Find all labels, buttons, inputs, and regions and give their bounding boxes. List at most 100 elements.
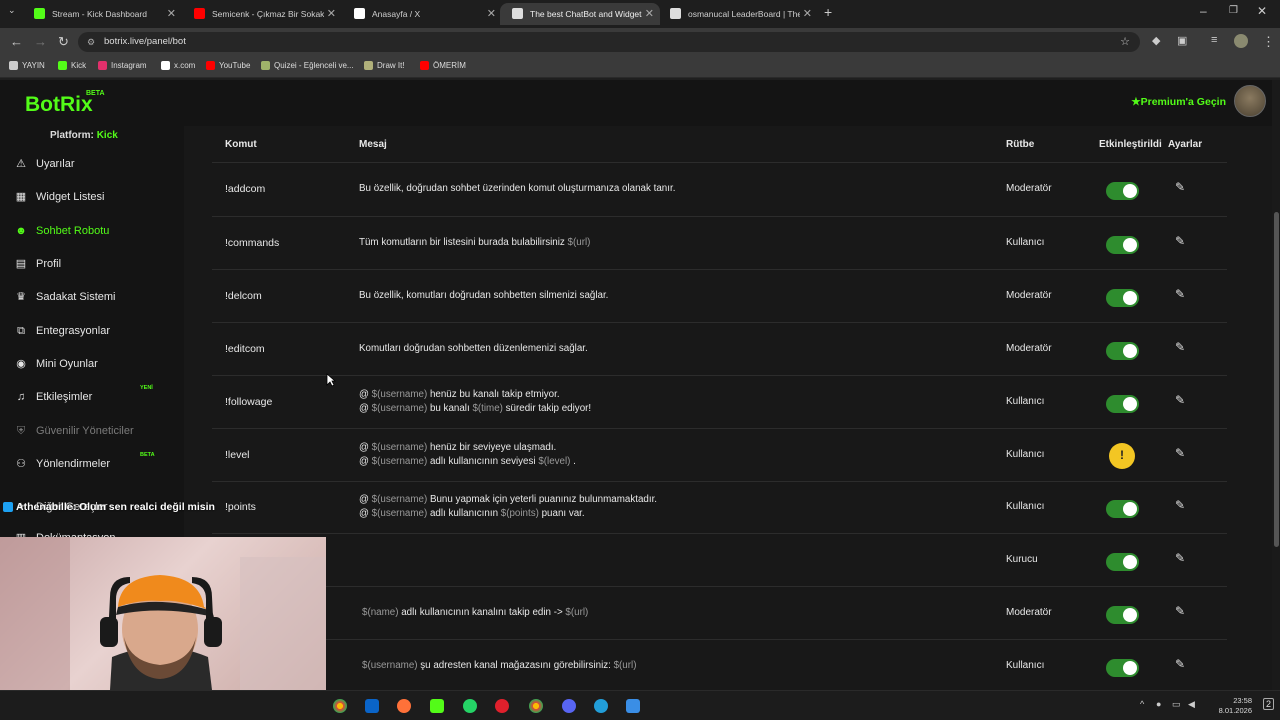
sidebar-item-label: Güvenilir Yöneticiler xyxy=(36,425,134,437)
system-clock[interactable]: 23:58 8.01.2026 xyxy=(1219,696,1252,716)
browser-tab[interactable]: The best ChatBot and Widgets ✕ xyxy=(500,3,660,25)
enabled-toggle[interactable] xyxy=(1106,341,1139,360)
message-text: Bu özellik, doğrudan sohbet üzerinden ko… xyxy=(359,183,676,194)
message-line: @ $(username) adlı kullanıcının $(points… xyxy=(359,507,657,521)
browser-menu-icon[interactable]: ⋮ xyxy=(1262,34,1275,50)
edit-pencil-icon[interactable]: ✎ xyxy=(1175,234,1185,248)
message-variable: $(username) xyxy=(362,659,418,671)
telegram-taskbar-icon[interactable] xyxy=(594,699,608,713)
tray-chevron-icon[interactable]: ^ xyxy=(1140,699,1144,709)
browser-tab[interactable]: Stream - Kick Dashboard ✕ xyxy=(22,3,182,25)
site-info-icon[interactable]: ⚙ xyxy=(87,32,95,52)
enabled-toggle[interactable] xyxy=(1106,500,1139,518)
firefox-taskbar-icon[interactable] xyxy=(397,699,411,713)
maximize-button[interactable]: ❐ xyxy=(1229,5,1238,16)
sidebar-item[interactable]: ⚇ Yönlendirmeler xyxy=(14,454,110,474)
enabled-toggle[interactable] xyxy=(1106,235,1139,254)
sidebar-item[interactable]: ⧉ Entegrasyonlar xyxy=(14,321,110,341)
reading-list-icon[interactable]: ≡ xyxy=(1211,34,1217,46)
header-message[interactable]: Mesaj xyxy=(359,139,387,150)
extensions-puzzle-icon[interactable]: ▣ xyxy=(1177,34,1187,47)
tab-close-icon[interactable]: ✕ xyxy=(487,7,496,20)
enabled-toggle[interactable] xyxy=(1106,394,1139,413)
volume-icon[interactable]: ◀ xyxy=(1188,699,1195,710)
forward-icon[interactable]: → xyxy=(34,34,47,49)
microphone-icon[interactable]: ● xyxy=(1156,699,1161,709)
browser-tab[interactable]: Anasayfa / X ✕ xyxy=(342,3,502,25)
sidebar-item[interactable]: ▦ Widget Listesi xyxy=(14,187,105,207)
edit-pencil-icon[interactable]: ✎ xyxy=(1175,551,1185,565)
tab-close-icon[interactable]: ✕ xyxy=(167,7,176,20)
sidebar-item[interactable]: ⚠ Uyarılar xyxy=(14,154,74,174)
profile-avatar[interactable] xyxy=(1234,34,1248,48)
edit-pencil-icon[interactable]: ✎ xyxy=(1175,446,1185,460)
sidebar-item[interactable]: ⛨ Güvenilir Yöneticiler xyxy=(14,421,134,441)
botrix-logo[interactable]: BotRix xyxy=(25,93,93,117)
edit-pencil-icon[interactable]: ✎ xyxy=(1175,340,1185,354)
outlook-taskbar-icon[interactable] xyxy=(365,699,379,713)
kick-taskbar-icon[interactable] xyxy=(430,699,444,713)
bookmark-star-icon[interactable]: ☆ xyxy=(1120,32,1130,52)
bookmark-item[interactable]: x.com xyxy=(161,61,195,70)
tab-close-icon[interactable]: ✕ xyxy=(645,7,654,20)
edit-pencil-icon[interactable]: ✎ xyxy=(1175,393,1185,407)
bookmark-item[interactable]: Instagram xyxy=(98,61,147,70)
edit-pencil-icon[interactable]: ✎ xyxy=(1175,604,1185,618)
message-line: @ $(username) bu kanalı $(time) süredir … xyxy=(359,402,591,416)
enabled-toggle[interactable] xyxy=(1106,658,1139,677)
message-variable: $(time) xyxy=(472,402,503,414)
header-settings[interactable]: Ayarlar xyxy=(1168,139,1202,150)
enabled-toggle[interactable] xyxy=(1106,182,1139,200)
edit-pencil-icon[interactable]: ✎ xyxy=(1175,180,1185,194)
warning-icon[interactable]: ! xyxy=(1109,442,1135,469)
window-close-button[interactable]: ✕ xyxy=(1257,4,1267,18)
header-command[interactable]: Komut xyxy=(225,139,257,150)
enabled-toggle[interactable] xyxy=(1106,605,1139,624)
chrome-active-taskbar-icon[interactable] xyxy=(529,699,543,713)
address-bar: ← → ↻ ⚙ botrix.live/panel/bot ☆ ◆ ▣ ≡ ⋮ xyxy=(0,28,1280,56)
premium-button[interactable]: ★Premium'a Geçin xyxy=(1131,96,1226,108)
reload-icon[interactable]: ↻ xyxy=(58,34,69,50)
whatsapp-taskbar-icon[interactable] xyxy=(463,699,477,713)
bookmark-item[interactable]: Draw It! xyxy=(364,61,405,70)
tab-close-icon[interactable]: ✕ xyxy=(803,7,812,20)
minimize-button[interactable]: – xyxy=(1200,4,1207,18)
sidebar-item[interactable]: ♫ Etkileşimler xyxy=(14,387,92,407)
network-icon[interactable]: ▭ xyxy=(1172,699,1181,710)
sidebar-item[interactable]: ☻ Sohbet Robotu xyxy=(14,221,109,241)
browser-tab[interactable]: osmanucal LeaderBoard | The b ✕ xyxy=(658,3,818,25)
bookmark-item[interactable]: YAYIN xyxy=(9,61,45,70)
browser-tab[interactable]: Semicenk - Çıkmaz Bir Sokakta ✕ xyxy=(182,3,342,25)
header-rank[interactable]: Rütbe xyxy=(1006,139,1034,150)
user-avatar[interactable] xyxy=(1234,85,1266,117)
header-enabled[interactable]: Etkinleştirildi xyxy=(1099,139,1162,150)
notification-badge[interactable]: 2 xyxy=(1262,698,1274,710)
message-line: @ $(username) henüz bir seviyeye ulaşmad… xyxy=(359,441,576,455)
tab-close-icon[interactable]: ✕ xyxy=(327,7,336,20)
edit-pencil-icon[interactable]: ✎ xyxy=(1175,287,1185,301)
bookmark-item[interactable]: ÖMERİM xyxy=(420,61,466,70)
tab-search-icon[interactable]: ⌄ xyxy=(8,5,16,16)
edit-pencil-icon[interactable]: ✎ xyxy=(1175,657,1185,671)
chrome-taskbar-icon[interactable] xyxy=(333,699,347,713)
url-input[interactable]: ⚙ botrix.live/panel/bot ☆ xyxy=(78,32,1140,52)
extension-icon[interactable]: ◆ xyxy=(1152,34,1160,47)
enabled-toggle[interactable] xyxy=(1106,552,1139,571)
bookmark-item[interactable]: YouTube xyxy=(206,61,250,70)
discord-taskbar-icon[interactable] xyxy=(562,699,576,713)
sidebar-item[interactable]: ◉ Mini Oyunlar xyxy=(14,354,98,374)
opera-taskbar-icon[interactable] xyxy=(495,699,509,713)
sidebar-item[interactable]: ▤ Profil xyxy=(14,254,61,274)
new-tab-button[interactable]: + xyxy=(824,4,832,20)
page-scrollbar-thumb[interactable] xyxy=(1274,212,1279,547)
enabled-toggle[interactable] xyxy=(1106,288,1139,307)
bookmark-item[interactable]: Kick xyxy=(58,61,86,70)
photos-taskbar-icon[interactable] xyxy=(626,699,640,713)
sidebar-item[interactable]: ♛ Sadakat Sistemi xyxy=(14,287,115,307)
bookmark-label: Kick xyxy=(71,61,87,70)
message-variable: $(username) xyxy=(371,494,428,505)
back-icon[interactable]: ← xyxy=(10,34,23,49)
edit-pencil-icon[interactable]: ✎ xyxy=(1175,498,1185,512)
platform-x-icon xyxy=(3,502,13,512)
bookmark-item[interactable]: Quizei - Eğlenceli ve... xyxy=(261,61,354,70)
